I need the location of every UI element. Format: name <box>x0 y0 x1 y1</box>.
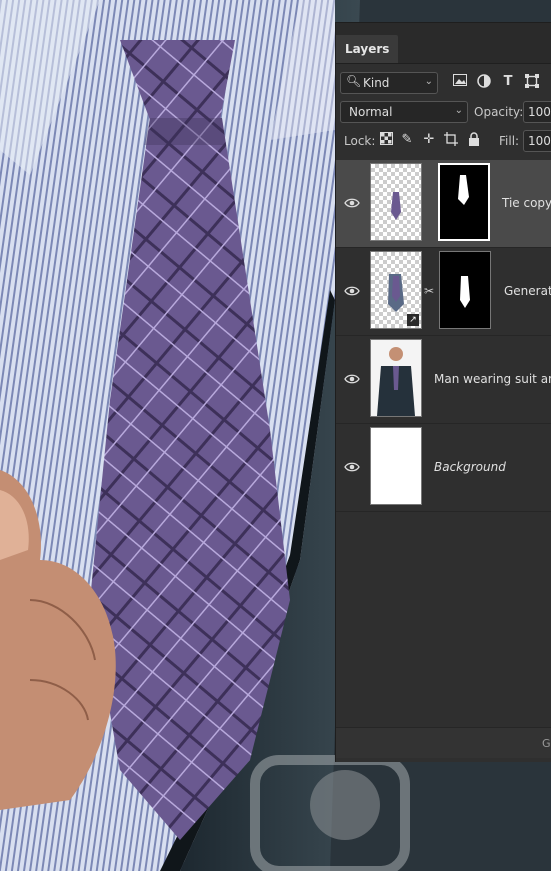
visibility-eye-icon[interactable] <box>344 196 360 210</box>
layer-thumbnail[interactable] <box>370 427 422 505</box>
visibility-eye-icon[interactable] <box>344 284 360 298</box>
blend-mode-value: Normal <box>349 105 393 119</box>
kind-filter-select[interactable]: 🔍︎ Kind ⌄ <box>340 72 438 94</box>
visibility-eye-icon[interactable] <box>344 460 360 474</box>
layers-list: Tie copy ↗ ✂︎ Generativ Man wearing suit… <box>336 160 551 512</box>
chevron-down-icon: ⌄ <box>424 76 433 87</box>
layer-row-generative[interactable]: ↗ ✂︎ Generativ <box>336 248 551 336</box>
layer-name[interactable]: Man wearing suit and <box>434 372 551 386</box>
opacity-label: Opacity: <box>474 105 524 119</box>
layers-panel: Layers 🔍︎ Kind ⌄ T Normal ⌄ Opacity: 100… <box>335 22 551 762</box>
layer-name[interactable]: Generativ <box>504 284 551 298</box>
lock-all-icon[interactable] <box>466 132 482 148</box>
visibility-eye-icon[interactable] <box>344 372 360 386</box>
filter-row: 🔍︎ Kind ⌄ T <box>336 70 551 96</box>
fill-field[interactable]: 100 <box>523 130 551 152</box>
adjustment-filter-icon[interactable] <box>476 74 492 90</box>
layer-mask-thumbnail[interactable] <box>438 163 490 241</box>
layer-thumbnail[interactable] <box>370 339 422 417</box>
lock-artboard-icon[interactable] <box>443 132 459 148</box>
lock-label: Lock: <box>344 134 376 148</box>
lock-row: Lock: ✎ ✛ Fill: 100 <box>336 128 551 154</box>
fill-label: Fill: <box>499 134 520 148</box>
chevron-down-icon: ⌄ <box>454 105 463 116</box>
search-icon: 🔍︎ <box>346 74 362 88</box>
shape-filter-icon[interactable] <box>524 74 540 90</box>
link-icon[interactable]: ✂︎ <box>424 284 434 298</box>
layer-name[interactable]: Background <box>434 460 506 474</box>
panel-tab-bar: Layers <box>336 23 551 64</box>
type-filter-icon[interactable]: T <box>500 74 516 90</box>
layer-thumbnail[interactable] <box>370 163 422 241</box>
image-filter-icon[interactable] <box>452 74 468 90</box>
layer-row-background[interactable]: Background <box>336 424 551 512</box>
lock-image-icon[interactable]: ✎ <box>399 132 415 148</box>
lock-position-icon[interactable]: ✛ <box>421 132 437 148</box>
layer-row-man-wearing-suit[interactable]: Man wearing suit and <box>336 336 551 424</box>
opacity-field[interactable]: 100 <box>523 101 551 123</box>
lock-transparent-icon[interactable] <box>378 132 394 148</box>
panel-footer: G <box>336 727 551 758</box>
smart-object-icon: ↗ <box>407 314 419 326</box>
layer-mask-thumbnail[interactable] <box>439 251 491 329</box>
blend-row: Normal ⌄ Opacity: 100 <box>336 99 551 125</box>
blend-mode-select[interactable]: Normal ⌄ <box>340 101 468 123</box>
tab-layers[interactable]: Layers <box>336 35 399 63</box>
layer-name[interactable]: Tie copy <box>502 196 551 210</box>
layer-thumbnail[interactable]: ↗ <box>370 251 422 329</box>
footer-glyph: G <box>542 737 551 750</box>
kind-filter-label: Kind <box>363 76 390 90</box>
layer-row-tie-copy[interactable]: Tie copy <box>336 160 551 248</box>
